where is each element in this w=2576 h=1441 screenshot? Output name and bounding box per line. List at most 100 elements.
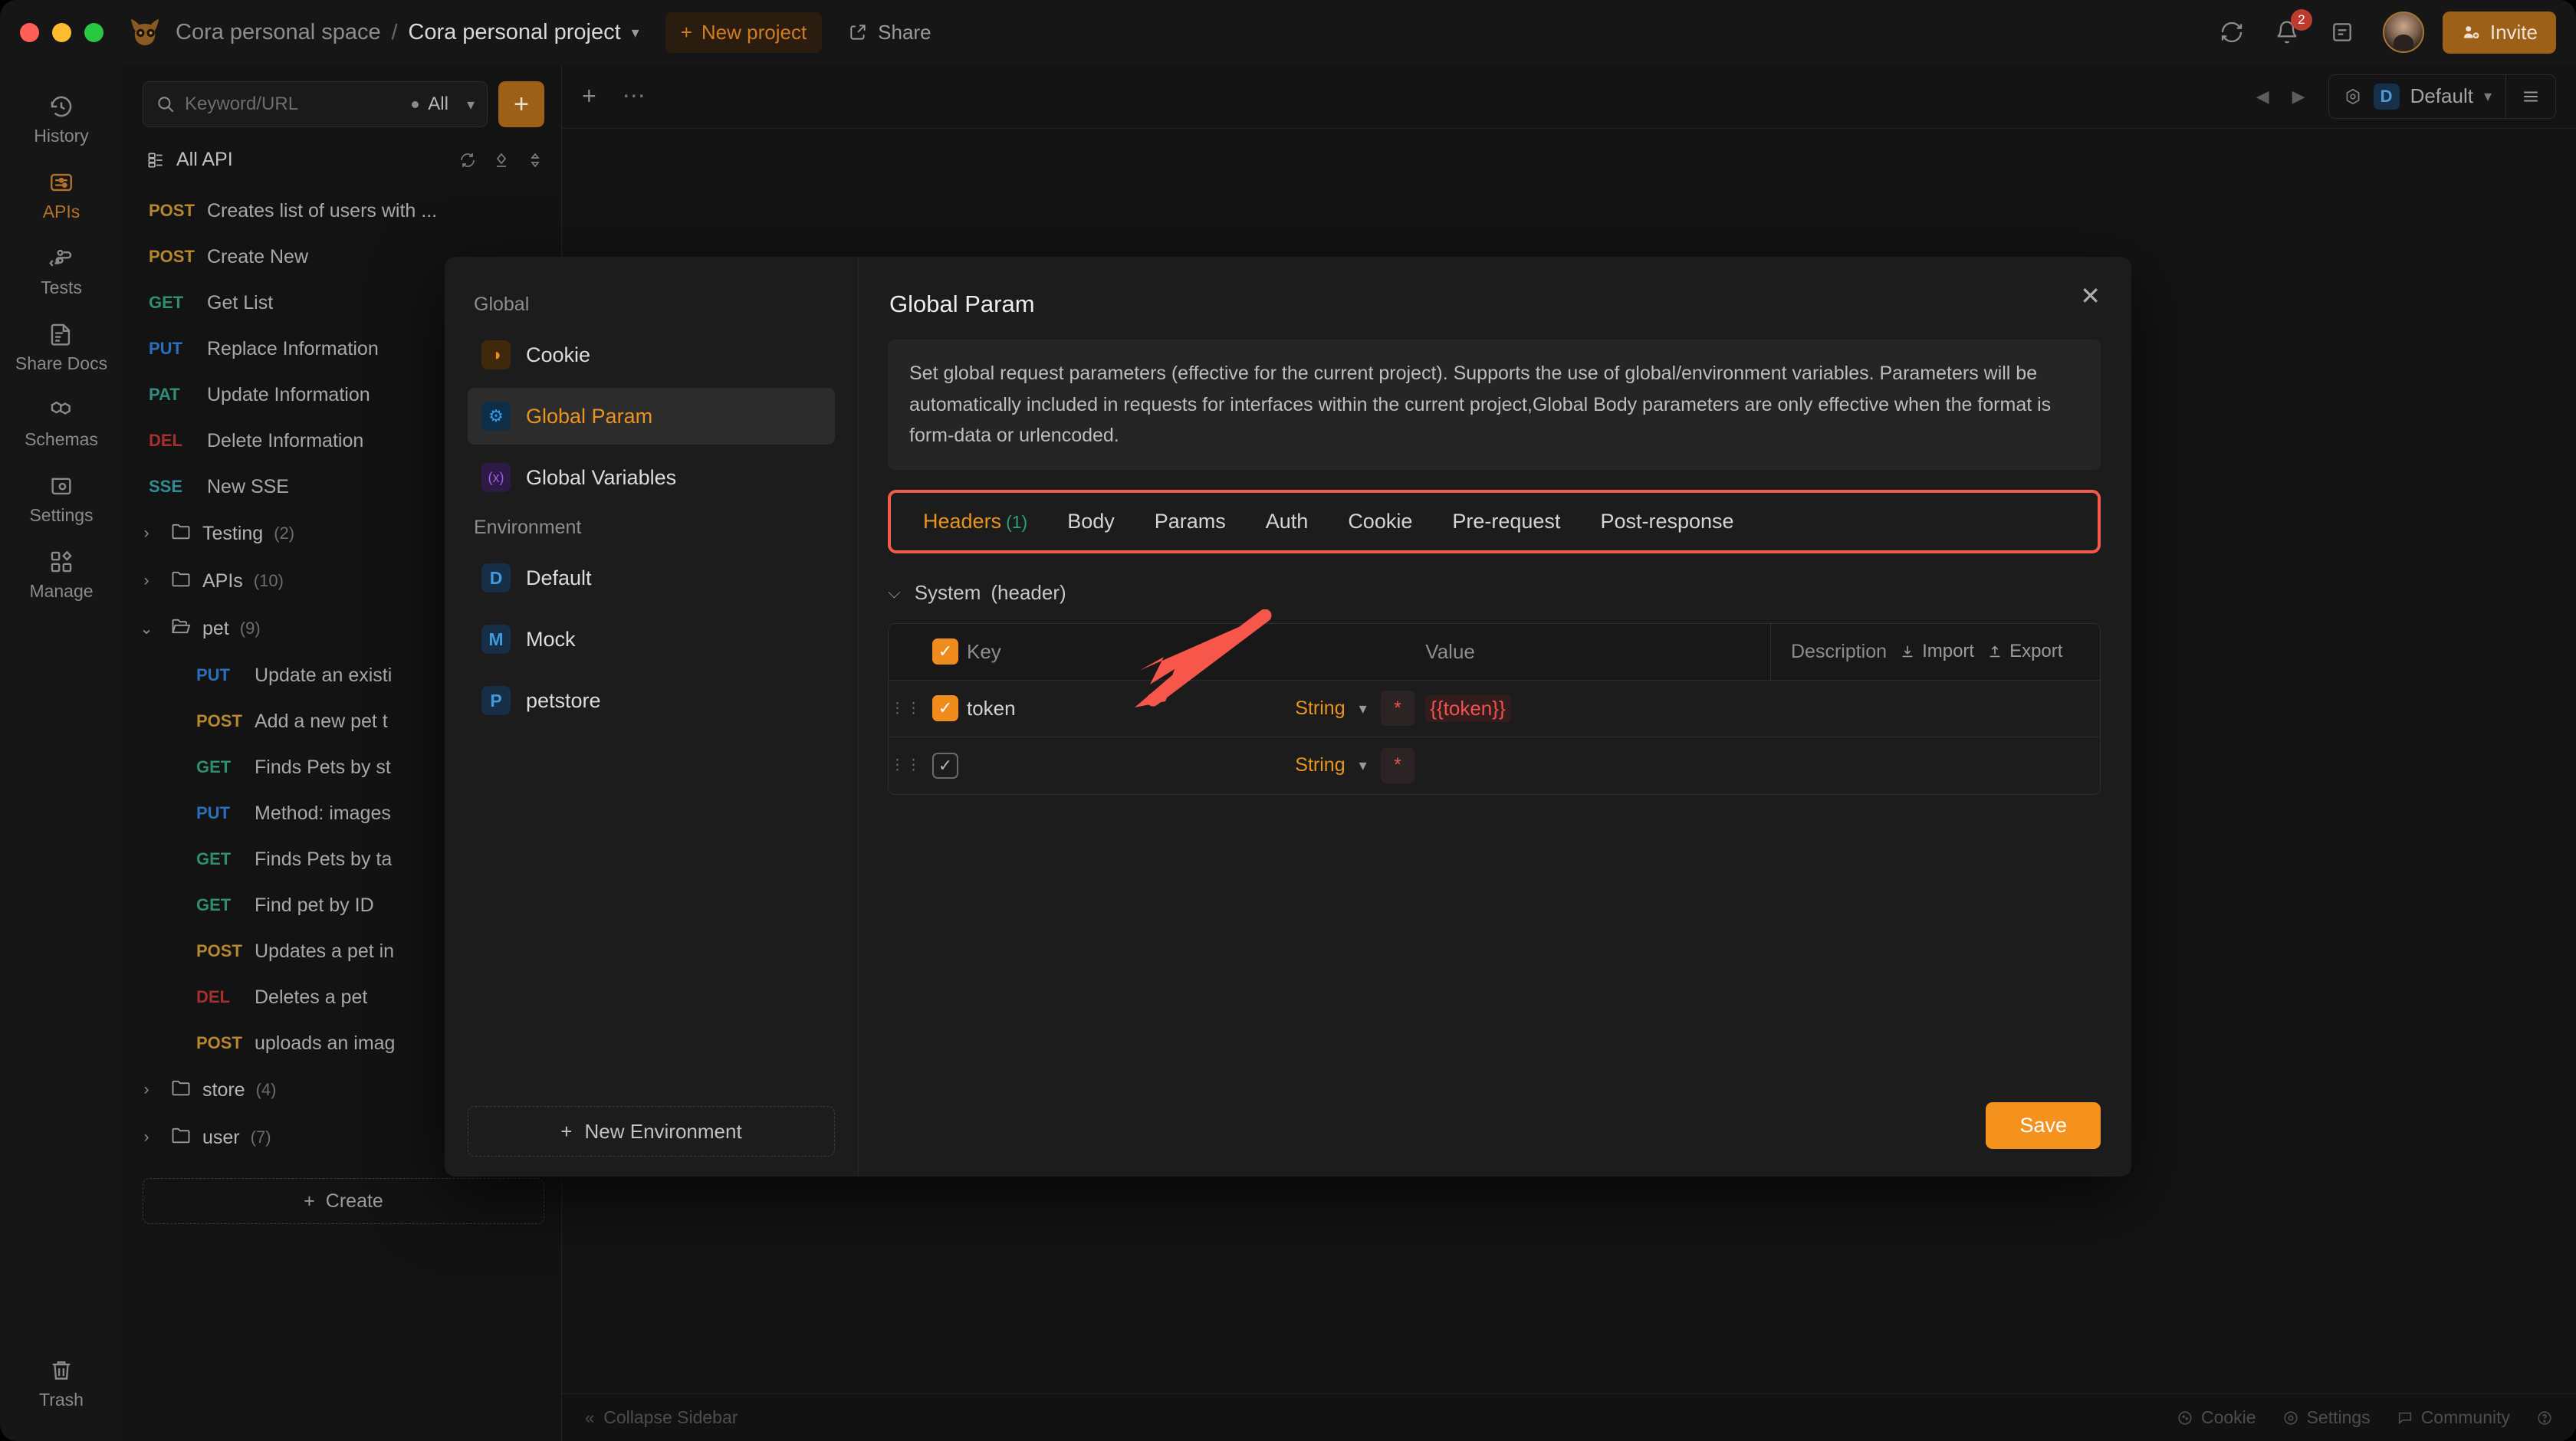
table-row[interactable]: ⋮⋮ ✓ token String ▾ * {{token}} bbox=[889, 681, 2100, 737]
required-toggle[interactable]: * bbox=[1380, 747, 1415, 783]
api-list-item[interactable]: POST Creates list of users with ... bbox=[123, 188, 561, 234]
modal-sidebar-item-petstore[interactable]: Ppetstore bbox=[468, 672, 835, 729]
locate-icon[interactable] bbox=[492, 151, 511, 169]
drag-handle[interactable]: ⋮⋮ bbox=[889, 757, 924, 774]
tab-body[interactable]: Body bbox=[1047, 501, 1135, 543]
add-api-button[interactable]: + bbox=[498, 81, 544, 127]
api-method-badge: PAT bbox=[149, 385, 180, 404]
notifications-button[interactable]: 2 bbox=[2269, 9, 2312, 50]
tab-prev-button[interactable]: ◀ bbox=[2256, 87, 2269, 107]
select-all-checkbox[interactable]: ✓ bbox=[932, 638, 958, 665]
tab-next-button[interactable]: ▶ bbox=[2292, 87, 2305, 107]
collapse-icon[interactable]: ⌵ bbox=[888, 583, 901, 602]
rail-item-trash[interactable]: Trash bbox=[0, 1345, 123, 1421]
refresh-icon[interactable] bbox=[458, 151, 477, 169]
notes-button[interactable] bbox=[2325, 15, 2360, 50]
row-checkbox[interactable]: ✓ bbox=[932, 695, 958, 721]
row-value[interactable]: {{token}} bbox=[1425, 694, 1770, 722]
share-button[interactable]: Share bbox=[834, 12, 945, 53]
chevron-down-icon[interactable]: ⌄ bbox=[133, 619, 159, 638]
save-button[interactable]: Save bbox=[1986, 1102, 2101, 1149]
tab-post-response[interactable]: Post-response bbox=[1580, 501, 1753, 543]
close-window-button[interactable] bbox=[20, 22, 39, 42]
collapse-sidebar-button[interactable]: « Collapse Sidebar bbox=[585, 1407, 738, 1428]
environment-selector[interactable]: D Default ▾ bbox=[2328, 74, 2556, 119]
tab-headers[interactable]: Headers (1) bbox=[903, 501, 1047, 543]
row-checkbox-cell[interactable]: ✓ bbox=[924, 695, 967, 721]
chevron-down-icon[interactable]: ▾ bbox=[467, 95, 475, 114]
folder-count: (4) bbox=[255, 1080, 277, 1099]
rail-item-settings[interactable]: Settings bbox=[0, 461, 123, 537]
api-method-badge: PUT bbox=[149, 339, 182, 358]
tab-params[interactable]: Params bbox=[1135, 501, 1246, 543]
breadcrumb-project[interactable]: Cora personal project bbox=[408, 20, 620, 45]
new-tab-button[interactable]: + bbox=[582, 82, 596, 110]
modal-sidebar-item-global-variables[interactable]: (x) Global Variables bbox=[468, 449, 835, 506]
tab-cookie[interactable]: Cookie bbox=[1328, 501, 1432, 543]
search-input[interactable]: Keyword/URL All ▾ bbox=[143, 81, 488, 127]
api-label: Deletes a pet bbox=[255, 986, 368, 1008]
row-type-cell[interactable]: String ▾ * bbox=[1295, 691, 1425, 726]
chevron-right-icon[interactable]: › bbox=[133, 572, 159, 590]
chevron-right-icon[interactable]: › bbox=[133, 1128, 159, 1147]
folder-count: (2) bbox=[274, 524, 295, 543]
rail-label-apis: APIs bbox=[42, 202, 80, 222]
modal-sidebar-item-default[interactable]: D Default bbox=[468, 550, 835, 606]
window-controls[interactable] bbox=[20, 22, 104, 42]
row-key[interactable]: token bbox=[967, 697, 1295, 720]
breadcrumb-space[interactable]: Cora personal space bbox=[176, 20, 381, 45]
chevron-down-icon[interactable]: ▾ bbox=[1359, 756, 1367, 775]
new-project-button[interactable]: + New project bbox=[665, 11, 823, 53]
rail-item-tests[interactable]: Tests bbox=[0, 233, 123, 309]
modal-sidebar-item-cookie[interactable]: ◑ Cookie bbox=[468, 327, 835, 383]
rail-item-apis[interactable]: APIs bbox=[0, 157, 123, 233]
environment-selector-main[interactable]: D Default ▾ bbox=[2329, 75, 2505, 118]
environment-menu-button[interactable] bbox=[2506, 80, 2555, 113]
row-description[interactable] bbox=[1770, 737, 2100, 794]
new-environment-button[interactable]: + New Environment bbox=[468, 1106, 835, 1157]
chevron-right-icon[interactable]: › bbox=[133, 524, 159, 543]
global-variables-icon: (x) bbox=[481, 463, 511, 492]
rail-item-manage[interactable]: Manage bbox=[0, 537, 123, 612]
invite-button[interactable]: Invite bbox=[2442, 11, 2556, 54]
row-type-cell[interactable]: String ▾ * bbox=[1295, 747, 1425, 783]
row-description[interactable] bbox=[1770, 681, 2100, 737]
list-icon bbox=[148, 152, 163, 168]
required-toggle[interactable]: * bbox=[1380, 691, 1415, 726]
row-checkbox-cell[interactable]: ✓ bbox=[924, 752, 967, 779]
avatar[interactable] bbox=[2382, 11, 2424, 53]
rail-item-schemas[interactable]: Schemas bbox=[0, 385, 123, 461]
filter-label[interactable]: All bbox=[428, 94, 449, 115]
chevron-down-icon[interactable]: ▾ bbox=[1359, 699, 1367, 718]
statusbar-community[interactable]: Community bbox=[2397, 1407, 2510, 1428]
app-logo-owl-icon bbox=[130, 18, 159, 46]
system-header-section[interactable]: ⌵ System (header) bbox=[888, 581, 2101, 605]
maximize-window-button[interactable] bbox=[84, 22, 104, 42]
rail-item-share-docs[interactable]: Share Docs bbox=[0, 309, 123, 385]
statusbar-cookie[interactable]: Cookie bbox=[2177, 1407, 2256, 1428]
modal-sidebar-item-mock[interactable]: M Mock bbox=[468, 611, 835, 668]
tab-pre-request[interactable]: Pre-request bbox=[1432, 501, 1580, 543]
create-button[interactable]: + Create bbox=[143, 1178, 544, 1224]
import-button[interactable]: Import bbox=[1899, 641, 1974, 662]
modal-sidebar-item-global-param[interactable]: ⚙ Global Param bbox=[468, 388, 835, 445]
tab-auth[interactable]: Auth bbox=[1246, 501, 1329, 543]
chevron-down-icon[interactable]: ▾ bbox=[632, 23, 639, 42]
sort-icon[interactable] bbox=[526, 151, 544, 169]
sync-button[interactable] bbox=[2214, 15, 2249, 50]
rail-item-history[interactable]: History bbox=[0, 81, 123, 157]
row-checkbox[interactable]: ✓ bbox=[932, 752, 958, 779]
drag-handle[interactable]: ⋮⋮ bbox=[889, 700, 924, 717]
statusbar-settings[interactable]: Settings bbox=[2282, 1407, 2371, 1428]
statusbar-help[interactable] bbox=[2536, 1410, 2553, 1426]
chevron-left-icon: « bbox=[585, 1407, 595, 1427]
all-api-header[interactable]: All API bbox=[123, 127, 561, 183]
export-button[interactable]: Export bbox=[1986, 641, 2062, 662]
tab-more-button[interactable]: ⋯ bbox=[623, 83, 648, 110]
chevron-right-icon[interactable]: › bbox=[133, 1081, 159, 1099]
minimize-window-button[interactable] bbox=[52, 22, 71, 42]
table-row[interactable]: ⋮⋮ ✓ String ▾ * bbox=[889, 737, 2100, 794]
select-all-cell[interactable]: ✓ bbox=[924, 638, 967, 665]
close-icon[interactable]: ✕ bbox=[2080, 281, 2101, 310]
modal-content: Global Param ✕ Set global request parame… bbox=[859, 257, 2131, 1177]
